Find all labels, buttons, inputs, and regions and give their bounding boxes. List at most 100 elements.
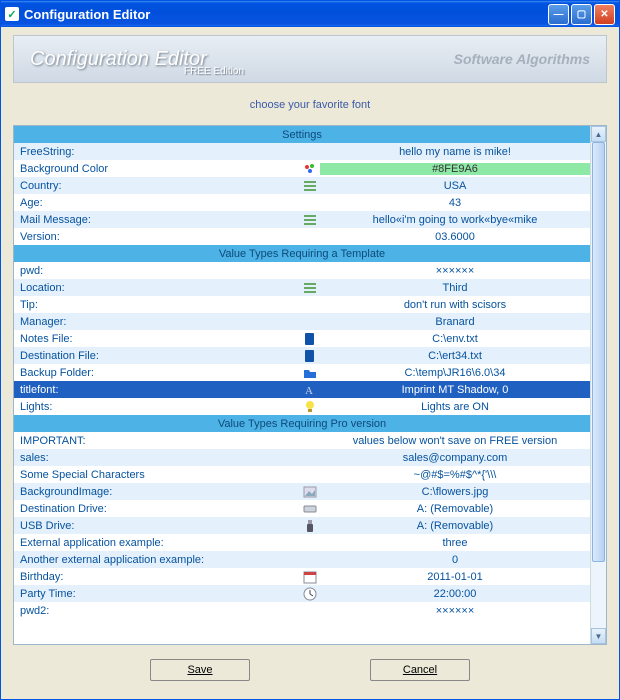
- image-icon[interactable]: [300, 485, 320, 499]
- label: Tip:: [14, 299, 300, 311]
- list-icon[interactable]: [300, 179, 320, 193]
- label: Manager:: [14, 316, 300, 328]
- row-titlefont[interactable]: titlefont: A Imprint MT Shadow, 0: [14, 381, 590, 398]
- scroll-up-icon[interactable]: ▲: [591, 126, 606, 142]
- list-icon[interactable]: [300, 213, 320, 227]
- grid-body: Settings FreeString: hello my name is mi…: [14, 126, 590, 644]
- banner-title: Configuration Editor: [30, 48, 207, 71]
- value[interactable]: ~@#$=%#$^*{'\\\: [320, 469, 590, 481]
- value[interactable]: values below won't save on FREE version: [320, 435, 590, 447]
- value[interactable]: Lights are ON: [320, 401, 590, 413]
- titlebar: ✓ Configuration Editor — ▢ ✕: [1, 1, 619, 27]
- label: pwd2:: [14, 605, 300, 617]
- value[interactable]: Imprint MT Shadow, 0: [320, 384, 590, 396]
- row-notes-file[interactable]: Notes File: C:\env.txt: [14, 330, 590, 347]
- row-sales[interactable]: sales: sales@company.com: [14, 449, 590, 466]
- value[interactable]: three: [320, 537, 590, 549]
- minimize-button[interactable]: —: [548, 4, 569, 25]
- value[interactable]: C:\flowers.jpg: [320, 486, 590, 498]
- row-background-color[interactable]: Background Color #8FE9A6: [14, 160, 590, 177]
- value[interactable]: hello my name is mike!: [320, 146, 590, 158]
- row-special-chars[interactable]: Some Special Characters ~@#$=%#$^*{'\\\: [14, 466, 590, 483]
- scroll-thumb[interactable]: [592, 142, 605, 562]
- value[interactable]: 43: [320, 197, 590, 209]
- value[interactable]: sales@company.com: [320, 452, 590, 464]
- value[interactable]: 0: [320, 554, 590, 566]
- row-country[interactable]: Country: USA: [14, 177, 590, 194]
- value[interactable]: C:\temp\JR16\6.0\34: [320, 367, 590, 379]
- calendar-icon[interactable]: [300, 570, 320, 584]
- scroll-track[interactable]: [591, 142, 606, 628]
- folder-icon[interactable]: [300, 366, 320, 380]
- close-button[interactable]: ✕: [594, 4, 615, 25]
- row-lights[interactable]: Lights: Lights are ON: [14, 398, 590, 415]
- value[interactable]: 03.6000: [320, 231, 590, 243]
- label: Age:: [14, 197, 300, 209]
- row-freestring[interactable]: FreeString: hello my name is mike!: [14, 143, 590, 160]
- save-button[interactable]: Save: [150, 659, 250, 681]
- row-backup-folder[interactable]: Backup Folder: C:\temp\JR16\6.0\34: [14, 364, 590, 381]
- row-location[interactable]: Location: Third: [14, 279, 590, 296]
- value[interactable]: C:\ert34.txt: [320, 350, 590, 362]
- value[interactable]: ××××××: [320, 605, 590, 617]
- row-destination-drive[interactable]: Destination Drive: A: (Removable): [14, 500, 590, 517]
- banner-subtitle: FREE Edition: [184, 66, 244, 77]
- row-mail-message[interactable]: Mail Message: hello«i'm going to work«by…: [14, 211, 590, 228]
- row-usb-drive[interactable]: USB Drive: A: (Removable): [14, 517, 590, 534]
- label: sales:: [14, 452, 300, 464]
- list-icon[interactable]: [300, 281, 320, 295]
- value[interactable]: A: (Removable): [320, 503, 590, 515]
- row-ext-app-1[interactable]: External application example: three: [14, 534, 590, 551]
- row-important[interactable]: IMPORTANT: values below won't save on FR…: [14, 432, 590, 449]
- value[interactable]: A: (Removable): [320, 520, 590, 532]
- label: Party Time:: [14, 588, 300, 600]
- scroll-down-icon[interactable]: ▼: [591, 628, 606, 644]
- file-icon[interactable]: [300, 332, 320, 346]
- row-background-image[interactable]: BackgroundImage: C:\flowers.jpg: [14, 483, 590, 500]
- file-icon[interactable]: [300, 349, 320, 363]
- value[interactable]: 2011-01-01: [320, 571, 590, 583]
- drive-icon[interactable]: [300, 502, 320, 516]
- section-pro: Value Types Requiring Pro version: [14, 415, 590, 432]
- row-age[interactable]: Age: 43: [14, 194, 590, 211]
- value[interactable]: USA: [320, 180, 590, 192]
- value[interactable]: Third: [320, 282, 590, 294]
- row-manager[interactable]: Manager: Branard: [14, 313, 590, 330]
- usb-icon[interactable]: [300, 519, 320, 533]
- svg-text:A: A: [305, 385, 313, 397]
- window-title: Configuration Editor: [24, 7, 150, 22]
- value[interactable]: #8FE9A6: [320, 163, 590, 175]
- row-tip[interactable]: Tip: don't run with scisors: [14, 296, 590, 313]
- value[interactable]: 22:00:00: [320, 588, 590, 600]
- section-settings: Settings: [14, 126, 590, 143]
- maximize-button[interactable]: ▢: [571, 4, 592, 25]
- value[interactable]: hello«i'm going to work«bye«mike: [320, 214, 590, 226]
- value[interactable]: C:\env.txt: [320, 333, 590, 345]
- row-party-time[interactable]: Party Time: 22:00:00: [14, 585, 590, 602]
- label: pwd:: [14, 265, 300, 277]
- label: USB Drive:: [14, 520, 300, 532]
- row-pwd2[interactable]: pwd2: ××××××: [14, 602, 590, 619]
- app-icon: ✓: [5, 7, 19, 21]
- value[interactable]: don't run with scisors: [320, 299, 590, 311]
- label: Country:: [14, 180, 300, 192]
- row-ext-app-2[interactable]: Another external application example: 0: [14, 551, 590, 568]
- cancel-button[interactable]: Cancel: [370, 659, 470, 681]
- bulb-icon[interactable]: [300, 400, 320, 414]
- label: Backup Folder:: [14, 367, 300, 379]
- label: IMPORTANT:: [14, 435, 300, 447]
- palette-icon[interactable]: [300, 162, 320, 176]
- row-birthday[interactable]: Birthday: 2011-01-01: [14, 568, 590, 585]
- label: Destination Drive:: [14, 503, 300, 515]
- label: Background Color: [14, 163, 300, 175]
- value[interactable]: ××××××: [320, 265, 590, 277]
- label: Mail Message:: [14, 214, 300, 226]
- value[interactable]: Branard: [320, 316, 590, 328]
- prompt-text: choose your favorite font: [13, 89, 607, 125]
- clock-icon[interactable]: [300, 587, 320, 601]
- row-version[interactable]: Version: 03.6000: [14, 228, 590, 245]
- scrollbar[interactable]: ▲ ▼: [590, 126, 606, 644]
- row-pwd[interactable]: pwd: ××××××: [14, 262, 590, 279]
- font-icon[interactable]: A: [300, 383, 320, 397]
- row-destination-file[interactable]: Destination File: C:\ert34.txt: [14, 347, 590, 364]
